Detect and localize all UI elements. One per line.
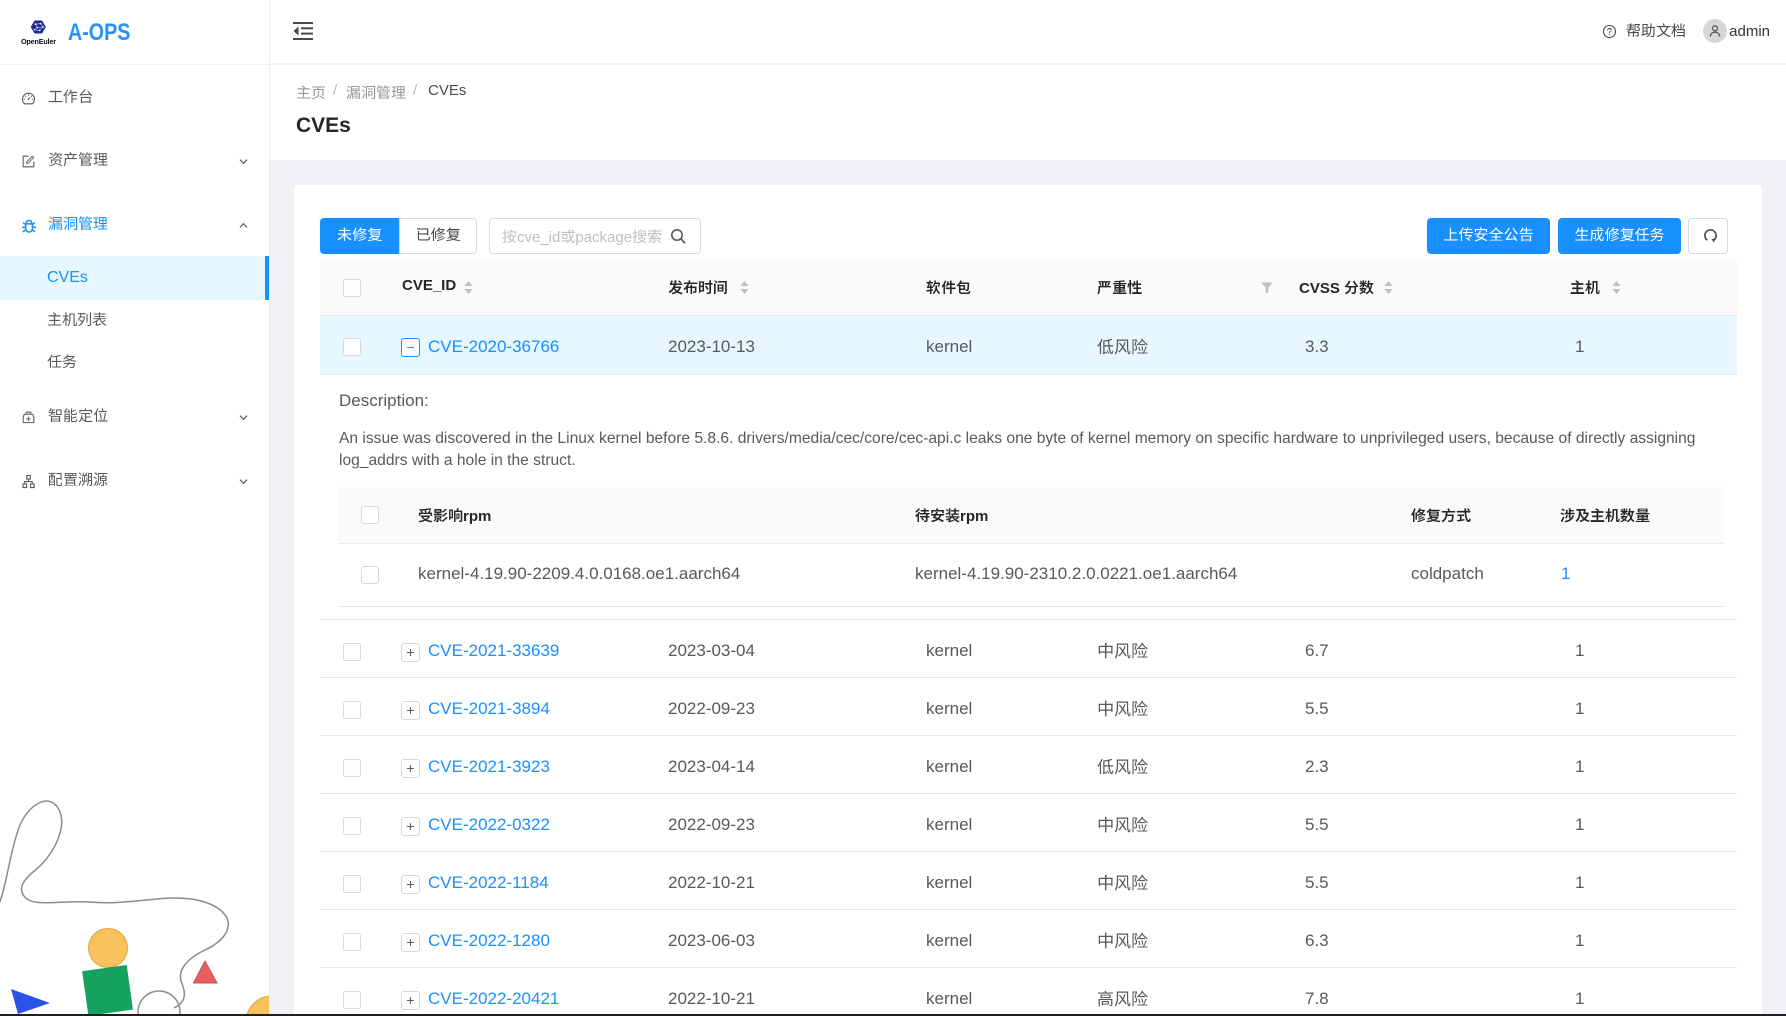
svg-text:OpenEuler: OpenEuler [21,37,56,46]
